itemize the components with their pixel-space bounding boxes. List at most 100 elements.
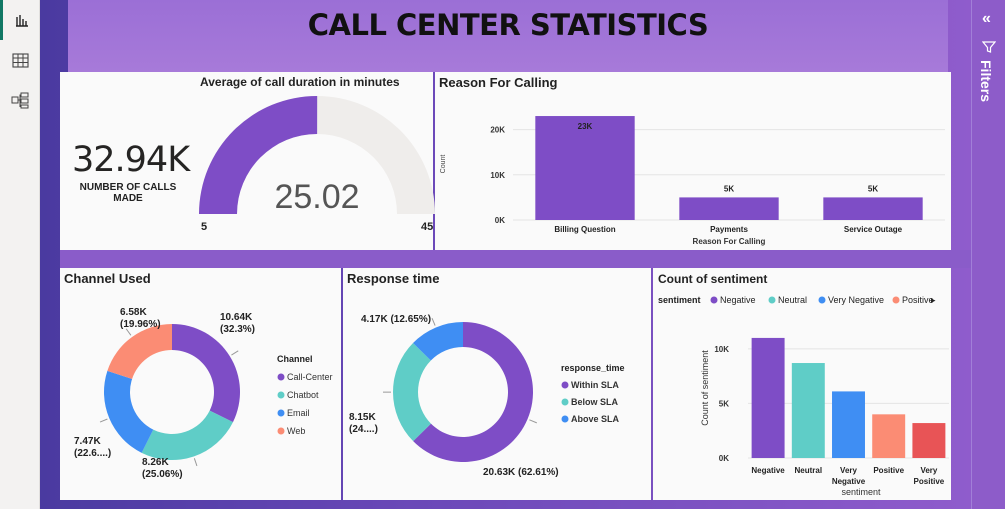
chart-title: Count of sentiment [658,272,767,286]
legend-item-negative: Negative [720,295,756,305]
gauge-max-label: 45 [421,221,433,233]
legend-title: response_time [561,363,625,373]
report-page: CALL CENTER STATISTICS 32.94K NUMBER OF … [0,0,1005,509]
bar-very-positive [912,423,946,458]
legend-marker [561,381,569,389]
bar-billing-question [535,116,635,220]
data-label: 5K [724,184,734,193]
data-label: 5K [868,184,878,193]
legend-marker [818,296,826,304]
calls-made-label: NUMBER OF CALLS MADE [68,182,188,204]
table-view-button[interactable] [0,40,40,80]
bar-positive [872,414,906,458]
channel-used-chart: Channel Used 10.64K(32.3%) 8.26K(25.06%) 7.… [64,271,333,480]
legend-marker [768,296,776,304]
leader-line [231,350,239,356]
legend-item-below-sla: Below SLA [571,397,619,407]
x-axis-label: Reason For Calling [693,237,766,246]
legend-item-within-sla: Within SLA [571,380,619,390]
y-tick-label: 0K [495,216,505,225]
legend-item-email: Email [287,408,310,418]
page-title: CALL CENTER STATISTICS [307,8,709,42]
reason-for-calling-chart: Reason For Calling 0K 10K 20K Count 23K Billin… [439,75,945,246]
data-label: (22.6....) [74,448,111,459]
data-label: (24....) [349,424,378,435]
sentiment-panel[interactable]: Count of sentiment sentiment Negative Neutr… [653,268,951,500]
x-tick-label: Billing Question [554,225,615,234]
legend-item-neutral: Neutral [778,295,807,305]
data-label: 20.63K (62.61%) [483,467,559,478]
bar-very-negative [832,391,865,458]
legend-marker [277,391,285,399]
view-switcher-rail [0,0,40,509]
legend-item-chatbot: Chatbot [287,390,319,400]
data-label: 23K [578,122,593,131]
chart-title: Reason For Calling [439,75,558,90]
legend-marker [892,296,900,304]
data-label: (32.3%) [220,324,255,335]
section-divider-band [60,250,971,268]
report-canvas: CALL CENTER STATISTICS 32.94K NUMBER OF … [40,0,971,509]
legend-marker [277,373,285,381]
gauge-title: Average of call duration in minutes [200,75,400,89]
slice-chatbot [141,410,233,460]
channel-used-panel[interactable]: Channel Used 10.64K (32.3%) 8.26K (25.06%) 7.… [60,268,341,500]
slice-email [103,370,154,453]
data-label: 8.15K [349,412,376,423]
gauge-value: 25.02 [274,178,359,216]
leader-line [529,419,537,424]
slice-call-center [172,324,240,423]
x-axis-label: sentiment [841,487,881,497]
legend-item-web: Web [287,426,305,436]
legend-marker [561,398,569,406]
bar-chart-icon [15,15,28,27]
chart-title: Channel Used [64,271,151,286]
response-time-chart: Response time 20.63K (62.61%) 8.15K(24....… [347,271,625,478]
slice-below-sla [393,342,431,442]
calls-made-label-line1: NUMBER OF CALLS [79,182,177,193]
kpi-gauge-panel[interactable]: 32.94K NUMBER OF CALLS MADE Average of c… [60,72,435,250]
filter-icon [982,41,996,53]
leader-line [99,418,108,423]
x-tick-label: Negative [751,466,785,475]
bar-payments [679,197,779,220]
expand-chevrons-icon[interactable]: « [982,10,991,28]
y-axis-label: Count of sentiment [700,350,710,426]
y-tick-label: 5K [719,399,729,408]
y-tick-label: 20K [490,126,505,135]
legend-title: sentiment [658,295,701,305]
data-label: (25.06%) [142,469,183,480]
data-label: 7.47K [74,436,101,447]
x-tick-label: Very [920,466,937,475]
call-duration-gauge: 25.02 5 45 [199,96,435,233]
chart-title: Response time [347,271,439,286]
legend-item-above-sla: Above SLA [571,414,620,424]
title-banner: CALL CENTER STATISTICS [68,0,948,72]
leader-line [193,458,198,467]
x-tick-label: Service Outage [844,225,903,234]
legend-item-very-negative: Very Negative [828,295,884,305]
report-view-button[interactable] [0,0,40,40]
calls-made-label-line2: MADE [113,193,143,204]
legend-marker [277,409,285,417]
data-label: 6.58K [120,307,147,318]
x-tick-label: Very [840,466,857,475]
data-label: (19.96%) [120,319,161,330]
response-time-panel[interactable]: Response time 20.63K (62.61%) 8.15K (24....… [343,268,651,500]
leader-line [431,318,436,326]
legend-item-call-center: Call-Center [287,372,333,382]
sentiment-chart: Count of sentiment sentiment Negative Neutr… [658,272,949,497]
legend-next-arrow-icon: ▸ [931,295,936,305]
data-label: 10.64K [220,312,253,323]
legend-item-positive: Positive [902,295,934,305]
model-view-button[interactable] [0,80,40,120]
x-tick-label: Neutral [795,466,823,475]
reason-for-calling-panel[interactable]: Reason For Calling 0K 10K 20K Count 23K Billin… [435,72,951,250]
bar-neutral [791,363,825,458]
y-tick-label: 0K [719,454,729,463]
legend-marker [561,415,569,423]
y-axis-label: Count [440,155,447,174]
table-icon [11,52,29,68]
bar-service-outage [823,197,923,220]
filters-pane-collapsed[interactable]: « Filters [971,0,1005,509]
